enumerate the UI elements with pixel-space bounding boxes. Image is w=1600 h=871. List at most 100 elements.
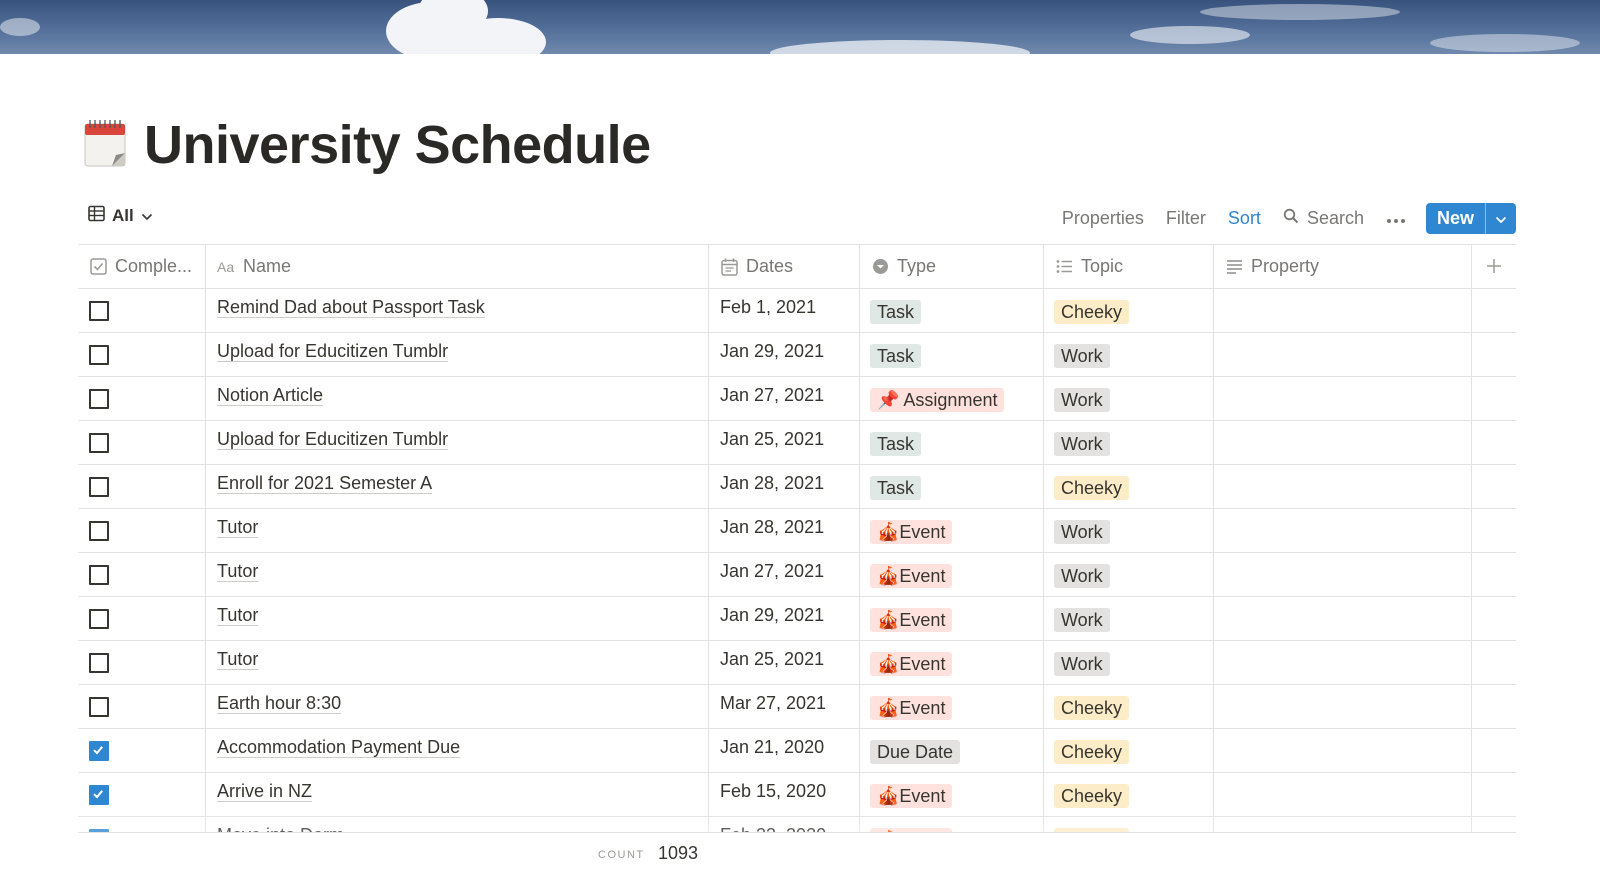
topic-cell[interactable]: Work: [1044, 641, 1214, 684]
page-title[interactable]: University Schedule: [144, 112, 651, 178]
completed-checkbox[interactable]: [89, 521, 109, 541]
property-cell[interactable]: [1214, 773, 1472, 816]
name-cell[interactable]: Upload for Educitizen Tumblr: [206, 421, 709, 464]
completed-checkbox[interactable]: [89, 301, 109, 321]
search-button[interactable]: Search: [1283, 208, 1364, 229]
type-cell[interactable]: Task: [860, 333, 1044, 376]
table-row[interactable]: Enroll for 2021 Semester A Jan 28, 2021 Ta…: [78, 464, 1516, 508]
property-cell[interactable]: [1214, 465, 1472, 508]
date-cell[interactable]: Jan 25, 2021: [709, 421, 860, 464]
topic-cell[interactable]: Cheeky: [1044, 289, 1214, 332]
date-cell[interactable]: Jan 28, 2021: [709, 509, 860, 552]
name-cell[interactable]: Arrive in NZ: [206, 773, 709, 816]
type-cell[interactable]: 📌 Assignment: [860, 377, 1044, 420]
type-cell[interactable]: 🎪Event: [860, 553, 1044, 596]
property-cell[interactable]: [1214, 685, 1472, 728]
property-cell[interactable]: [1214, 509, 1472, 552]
completed-checkbox[interactable]: [89, 697, 109, 717]
row-name[interactable]: Notion Article: [217, 385, 323, 406]
type-cell[interactable]: 🎪Event: [860, 597, 1044, 640]
new-dropdown-button[interactable]: [1485, 203, 1516, 234]
topic-cell[interactable]: Work: [1044, 421, 1214, 464]
table-row[interactable]: Earth hour 8:30 Mar 27, 2021 🎪Event Cheeky: [78, 684, 1516, 728]
table-row[interactable]: Tutor Jan 27, 2021 🎪Event Work: [78, 552, 1516, 596]
name-cell[interactable]: Accommodation Payment Due: [206, 729, 709, 772]
property-cell[interactable]: [1214, 597, 1472, 640]
filter-button[interactable]: Filter: [1166, 208, 1206, 229]
topic-cell[interactable]: Work: [1044, 377, 1214, 420]
property-cell[interactable]: [1214, 289, 1472, 332]
date-cell[interactable]: Jan 29, 2021: [709, 597, 860, 640]
completed-checkbox[interactable]: [89, 345, 109, 365]
name-cell[interactable]: Tutor: [206, 597, 709, 640]
completed-checkbox[interactable]: [89, 389, 109, 409]
type-cell[interactable]: 🎪Event: [860, 685, 1044, 728]
column-header-name[interactable]: Aa Name: [206, 245, 709, 288]
topic-cell[interactable]: Cheeky: [1044, 465, 1214, 508]
property-cell[interactable]: [1214, 377, 1472, 420]
completed-checkbox[interactable]: [89, 565, 109, 585]
completed-checkbox[interactable]: [89, 433, 109, 453]
column-header-topic[interactable]: Topic: [1044, 245, 1214, 288]
row-name[interactable]: Tutor: [217, 605, 258, 626]
table-row[interactable]: Tutor Jan 28, 2021 🎪Event Work: [78, 508, 1516, 552]
table-row[interactable]: Tutor Jan 29, 2021 🎪Event Work: [78, 596, 1516, 640]
column-header-dates[interactable]: Dates: [709, 245, 860, 288]
new-button[interactable]: New: [1426, 203, 1485, 234]
name-cell[interactable]: Notion Article: [206, 377, 709, 420]
table-row[interactable]: Tutor Jan 25, 2021 🎪Event Work: [78, 640, 1516, 684]
type-cell[interactable]: 🎪Event: [860, 509, 1044, 552]
row-name[interactable]: Arrive in NZ: [217, 781, 312, 802]
date-cell[interactable]: Jan 27, 2021: [709, 553, 860, 596]
row-name[interactable]: Tutor: [217, 649, 258, 670]
topic-cell[interactable]: Cheeky: [1044, 773, 1214, 816]
property-cell[interactable]: [1214, 553, 1472, 596]
name-cell[interactable]: Enroll for 2021 Semester A: [206, 465, 709, 508]
completed-checkbox[interactable]: [89, 477, 109, 497]
column-header-type[interactable]: Type: [860, 245, 1044, 288]
properties-button[interactable]: Properties: [1062, 208, 1144, 229]
name-cell[interactable]: Upload for Educitizen Tumblr: [206, 333, 709, 376]
date-cell[interactable]: Jan 27, 2021: [709, 377, 860, 420]
table-row[interactable]: Upload for Educitizen Tumblr Jan 29, 2021…: [78, 332, 1516, 376]
date-cell[interactable]: Jan 21, 2020: [709, 729, 860, 772]
name-cell[interactable]: Earth hour 8:30: [206, 685, 709, 728]
add-column-button[interactable]: [1472, 245, 1516, 288]
topic-cell[interactable]: Cheeky: [1044, 729, 1214, 772]
type-cell[interactable]: 🎪Event: [860, 773, 1044, 816]
property-cell[interactable]: [1214, 729, 1472, 772]
row-name[interactable]: Tutor: [217, 561, 258, 582]
type-cell[interactable]: Task: [860, 289, 1044, 332]
row-name[interactable]: Upload for Educitizen Tumblr: [217, 429, 448, 450]
table-row[interactable]: Arrive in NZ Feb 15, 2020 🎪Event Cheeky: [78, 772, 1516, 816]
table-row[interactable]: Notion Article Jan 27, 2021 📌 Assignment Wo…: [78, 376, 1516, 420]
topic-cell[interactable]: Work: [1044, 333, 1214, 376]
row-name[interactable]: Earth hour 8:30: [217, 693, 341, 714]
date-cell[interactable]: Jan 25, 2021: [709, 641, 860, 684]
type-cell[interactable]: Due Date: [860, 729, 1044, 772]
row-name[interactable]: Enroll for 2021 Semester A: [217, 473, 432, 494]
row-name[interactable]: Accommodation Payment Due: [217, 737, 460, 758]
property-cell[interactable]: [1214, 421, 1472, 464]
row-name[interactable]: Upload for Educitizen Tumblr: [217, 341, 448, 362]
view-selector[interactable]: All: [88, 205, 153, 227]
column-header-property[interactable]: Property: [1214, 245, 1472, 288]
type-cell[interactable]: Task: [860, 421, 1044, 464]
topic-cell[interactable]: Work: [1044, 509, 1214, 552]
property-cell[interactable]: [1214, 333, 1472, 376]
date-cell[interactable]: Mar 27, 2021: [709, 685, 860, 728]
table-row[interactable]: Accommodation Payment Due Jan 21, 2020 Due…: [78, 728, 1516, 772]
date-cell[interactable]: Jan 28, 2021: [709, 465, 860, 508]
spiral-calendar-icon[interactable]: [84, 119, 128, 169]
row-name[interactable]: Remind Dad about Passport Task: [217, 297, 485, 318]
completed-checkbox[interactable]: [89, 785, 109, 805]
completed-checkbox[interactable]: [89, 653, 109, 673]
row-name[interactable]: Tutor: [217, 517, 258, 538]
name-cell[interactable]: Tutor: [206, 553, 709, 596]
table-row[interactable]: Remind Dad about Passport Task Feb 1, 202…: [78, 288, 1516, 332]
completed-checkbox[interactable]: [89, 609, 109, 629]
column-header-completed[interactable]: Comple...: [78, 245, 206, 288]
completed-checkbox[interactable]: [89, 741, 109, 761]
topic-cell[interactable]: Work: [1044, 553, 1214, 596]
name-cell[interactable]: Tutor: [206, 641, 709, 684]
